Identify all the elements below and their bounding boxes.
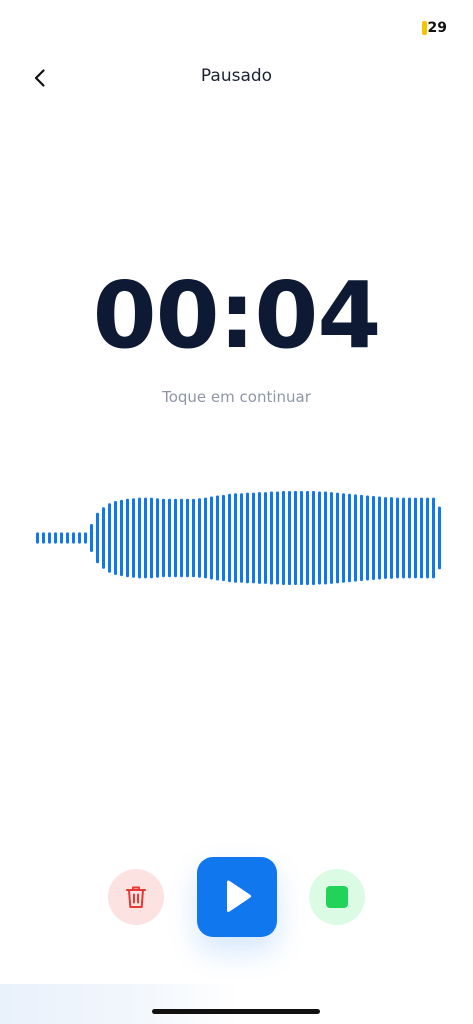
status-bar: 29: [0, 0, 473, 48]
waveform-bar: [216, 495, 219, 581]
home-indicator: [152, 1009, 320, 1014]
waveform-bar: [180, 498, 183, 578]
waveform-bar: [378, 496, 381, 580]
waveform-bar: [324, 491, 327, 585]
waveform-bar: [402, 497, 405, 579]
waveform-bar: [312, 490, 315, 586]
waveform-bar: [66, 532, 69, 544]
waveform-bar: [150, 497, 153, 579]
waveform-bar: [348, 493, 351, 583]
waveform-bar: [426, 497, 429, 579]
waveform-bar: [318, 491, 321, 585]
waveform-bar: [288, 490, 291, 586]
waveform-bar: [282, 490, 285, 586]
waveform-bar: [354, 494, 357, 582]
waveform-bar: [186, 498, 189, 578]
navigation-bar: Pausado: [0, 58, 473, 98]
bottom-glow: [0, 984, 240, 1024]
recorder-screen: 29 Pausado 00:04 Toque em continuar: [0, 0, 473, 1024]
waveform-bar: [270, 491, 273, 585]
waveform-bar: [306, 490, 309, 586]
waveform-bar: [48, 532, 51, 544]
battery-indicator: 29: [421, 20, 447, 36]
play-icon: [227, 880, 252, 912]
waveform-bar: [390, 497, 393, 579]
delete-button[interactable]: [108, 869, 164, 925]
waveform-bar: [438, 506, 441, 570]
waveform-bar: [210, 496, 213, 580]
waveform-bar: [78, 532, 81, 544]
waveform-bar: [54, 532, 57, 544]
waveform-bar: [60, 532, 63, 544]
audio-waveform: [36, 490, 441, 586]
waveform-bar: [156, 498, 159, 578]
waveform-bar: [414, 497, 417, 579]
trash-icon: [126, 886, 146, 908]
waveform-bar: [366, 495, 369, 581]
waveform-bar: [408, 497, 411, 579]
waveform-bar: [120, 499, 123, 577]
page-title: Pausado: [200, 66, 273, 86]
elapsed-time: 00:04: [92, 262, 382, 369]
waveform-bar: [294, 490, 297, 586]
waveform-bar: [108, 503, 111, 573]
recording-controls: [0, 856, 473, 938]
waveform-bar: [42, 532, 45, 544]
waveform-bar: [90, 524, 93, 552]
waveform-bar: [240, 493, 243, 583]
waveform-bar: [372, 496, 375, 580]
stop-icon: [326, 886, 348, 908]
waveform-bar: [132, 498, 135, 578]
waveform-bar: [84, 532, 87, 544]
waveform-bar: [246, 492, 249, 584]
waveform-bar: [174, 498, 177, 578]
waveform-bar: [114, 501, 117, 575]
battery-level: 29: [427, 20, 447, 36]
waveform-bar: [204, 497, 207, 579]
waveform-bar: [222, 494, 225, 582]
waveform-bar: [144, 497, 147, 579]
waveform-bar: [342, 493, 345, 583]
waveform-bar: [384, 497, 387, 579]
stop-button[interactable]: [309, 869, 365, 925]
waveform-bar: [102, 507, 105, 569]
waveform-bar: [258, 492, 261, 584]
waveform-bar: [168, 498, 171, 578]
battery-icon: [421, 21, 427, 35]
waveform-bar: [138, 497, 141, 579]
waveform-bar: [336, 492, 339, 584]
waveform-bar: [228, 493, 231, 583]
waveform-bar: [72, 532, 75, 544]
waveform-bar: [198, 498, 201, 578]
waveform-bar: [396, 497, 399, 579]
waveform-bar: [432, 497, 435, 579]
waveform-bar: [300, 490, 303, 586]
waveform-bar: [126, 498, 129, 578]
waveform-bar: [330, 492, 333, 584]
waveform-bar: [420, 497, 423, 579]
waveform-bar: [192, 498, 195, 578]
resume-hint: Toque em continuar: [162, 388, 311, 406]
waveform-bar: [36, 532, 39, 544]
waveform-bar: [276, 491, 279, 585]
waveform-bar: [96, 512, 99, 564]
waveform-bar: [234, 493, 237, 583]
waveform-bar: [162, 498, 165, 578]
waveform-bar: [252, 492, 255, 584]
waveform-bar: [360, 494, 363, 582]
play-button[interactable]: [197, 857, 277, 937]
waveform-bar: [264, 492, 267, 584]
